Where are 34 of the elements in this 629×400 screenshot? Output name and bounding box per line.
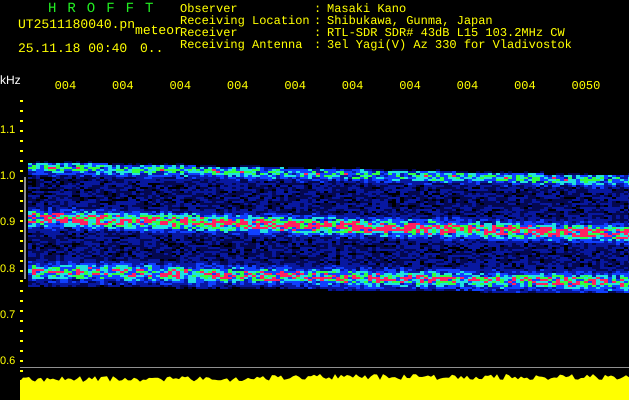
info-label: Receiving Antenna	[180, 39, 304, 51]
time-label: 004	[342, 79, 364, 93]
time-label: 004	[112, 79, 134, 93]
file-tag: meteor	[135, 23, 182, 39]
info-label: Receiver	[180, 27, 238, 39]
frequency-label: 1.0	[0, 170, 16, 182]
time-label: 004	[284, 79, 306, 93]
time-label: 004	[169, 79, 192, 93]
info-label: Receiving Location	[180, 15, 311, 27]
file-datetime: 25.11.18 00:40	[18, 41, 128, 57]
file-value: 0..	[140, 41, 164, 57]
time-label: 0050	[572, 79, 600, 93]
info-value: Shibukawa, Gunma, Japan	[327, 15, 493, 27]
app-title: HROFFT	[48, 1, 164, 17]
frequency-label: 0.9	[0, 216, 16, 228]
time-label: 004	[54, 79, 76, 93]
time-label: 004	[514, 79, 536, 93]
file-name: UT2511180040.pn	[18, 17, 136, 33]
info-value: Masaki Kano	[327, 3, 406, 15]
info-separator: :	[314, 3, 322, 15]
frequency-label: 0.6	[0, 354, 16, 367]
info-value: RTL-SDR SDR# 43dB L15 103.2MHz CW	[327, 27, 565, 39]
info-separator: :	[314, 27, 322, 39]
frequency-label: 1.1	[0, 124, 16, 136]
info-separator: :	[314, 15, 322, 27]
info-separator: :	[314, 39, 322, 51]
time-label: 004	[456, 79, 478, 93]
frequency-label: 0.7	[0, 308, 16, 321]
time-label: 004	[226, 79, 248, 93]
axis-unit: kHz	[0, 73, 21, 87]
frequency-label: 0.8	[0, 262, 16, 275]
info-label: Observer	[180, 3, 238, 15]
info-value: 3el Yagi(V) Az 330 for Vladivostok	[327, 39, 572, 51]
time-label: 004	[399, 79, 421, 93]
